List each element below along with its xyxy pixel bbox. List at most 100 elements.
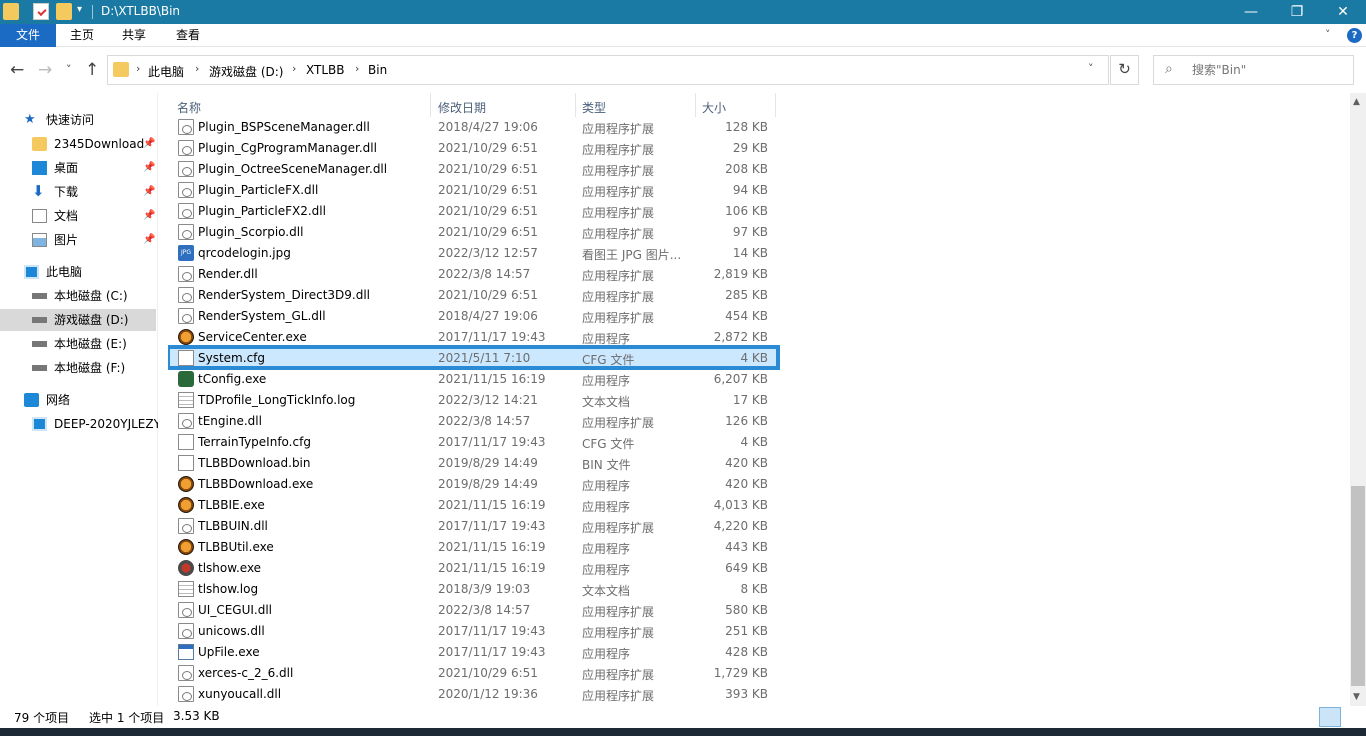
- pin-icon[interactable]: 📌: [143, 234, 155, 245]
- sidebar-item-desktop[interactable]: 桌面: [32, 157, 142, 179]
- file-row[interactable]: tlshow.exe 2021/11/15 16:19 应用程序 649 KB: [168, 557, 778, 578]
- file-row[interactable]: tEngine.dll 2022/3/8 14:57 应用程序扩展 126 KB: [168, 410, 778, 431]
- breadcrumb-xtlbb[interactable]: XTLBB: [306, 63, 345, 77]
- breadcrumb-chevron-icon[interactable]: ›: [136, 62, 140, 75]
- file-type: 应用程序扩展: [582, 164, 655, 178]
- file-row[interactable]: Plugin_ParticleFX2.dll 2021/10/29 6:51 应用程…: [168, 200, 778, 221]
- details-view-icon[interactable]: [1319, 707, 1341, 727]
- breadcrumb-drive-d[interactable]: 游戏磁盘 (D:): [209, 63, 283, 80]
- sidebar-item-pictures[interactable]: 图片: [32, 229, 142, 251]
- file-row[interactable]: TLBBDownload.exe 2019/8/29 14:49 应用程序 420 K…: [168, 473, 778, 494]
- sidebar-item-drive-d[interactable]: 游戏磁盘 (D:): [0, 309, 156, 331]
- file-row[interactable]: TLBBUtil.exe 2021/11/15 16:19 应用程序 443 KB: [168, 536, 778, 557]
- file-row[interactable]: tlshow.log 2018/3/9 19:03 文本文档 8 KB: [168, 578, 778, 599]
- breadcrumb-chevron-icon[interactable]: ›: [292, 62, 296, 75]
- file-row[interactable]: ServiceCenter.exe 2017/11/17 19:43 应用程序 2,8…: [168, 326, 778, 347]
- sidebar-item-drive-c[interactable]: 本地磁盘 (C:): [32, 285, 156, 307]
- file-row[interactable]: xunyoucall.dll 2020/1/12 19:36 应用程序扩展 393 K…: [168, 683, 778, 704]
- maximize-button[interactable]: ❐: [1274, 0, 1320, 24]
- file-type: 应用程序扩展: [582, 206, 655, 220]
- tab-file[interactable]: 文件: [0, 24, 56, 47]
- column-date[interactable]: 修改日期: [438, 99, 486, 116]
- dll-icon: [178, 161, 194, 177]
- file-row[interactable]: RenderSystem_GL.dll 2018/4/27 19:06 应用程序扩展…: [168, 305, 778, 326]
- sidebar-item-this-pc[interactable]: 此电脑: [24, 261, 154, 283]
- search-box[interactable]: ⌕: [1153, 55, 1354, 85]
- dll-icon: [178, 287, 194, 303]
- sidebar-item-drive-f[interactable]: 本地磁盘 (F:): [32, 357, 156, 379]
- file-row[interactable]: Plugin_ParticleFX.dll 2021/10/29 6:51 应用程序…: [168, 179, 778, 200]
- file-row[interactable]: Render.dll 2022/3/8 14:57 应用程序扩展 2,819 KB: [168, 263, 778, 284]
- file-size: 285 KB: [725, 288, 768, 302]
- scrollbar-thumb[interactable]: [1351, 486, 1365, 686]
- file-row[interactable]: TLBBDownload.bin 2019/8/29 14:49 BIN 文件 420…: [168, 452, 778, 473]
- file-row[interactable]: unicows.dll 2017/11/17 19:43 应用程序扩展 251 KB: [168, 620, 778, 641]
- column-divider[interactable]: [575, 93, 576, 117]
- tab-view[interactable]: 查看: [162, 24, 214, 47]
- forward-button[interactable]: →: [38, 60, 52, 80]
- sidebar-item-network[interactable]: 网络: [24, 389, 154, 411]
- file-row[interactable]: Plugin_CgProgramManager.dll 2021/10/29 6:…: [168, 137, 778, 158]
- file-row[interactable]: TLBBUIN.dll 2017/11/17 19:43 应用程序扩展 4,220 K…: [168, 515, 778, 536]
- tab-home[interactable]: 主页: [56, 24, 108, 47]
- vertical-scrollbar[interactable]: ▲ ▼: [1350, 93, 1366, 706]
- minimize-button[interactable]: —: [1228, 0, 1274, 24]
- breadcrumb-this-pc[interactable]: 此电脑: [148, 63, 184, 80]
- file-name: TDProfile_LongTickInfo.log: [198, 393, 356, 407]
- file-row[interactable]: UI_CEGUI.dll 2022/3/8 14:57 应用程序扩展 580 KB: [168, 599, 778, 620]
- file-row[interactable]: JPG qrcodelogin.jpg 2022/3/12 12:57 看图王 JPG…: [168, 242, 778, 263]
- pin-icon[interactable]: 📌: [143, 162, 155, 173]
- file-row[interactable]: Plugin_OctreeSceneManager.dll 2021/10/29 …: [168, 158, 778, 179]
- column-divider[interactable]: [430, 93, 431, 117]
- column-size[interactable]: 大小: [702, 99, 726, 116]
- scroll-down-arrow-icon[interactable]: ▼: [1353, 692, 1360, 702]
- file-row[interactable]: Plugin_Scorpio.dll 2021/10/29 6:51 应用程序扩展 9…: [168, 221, 778, 242]
- customize-toolbar-chevron-icon[interactable]: ▾: [77, 4, 82, 15]
- file-name: TLBBUIN.dll: [198, 519, 268, 533]
- file-size: 393 KB: [725, 687, 768, 701]
- breadcrumb-bin[interactable]: Bin: [368, 63, 387, 77]
- sidebar-item-documents[interactable]: 文档: [32, 205, 142, 227]
- up-button[interactable]: ↑: [85, 60, 99, 80]
- sidebar-item-downloads[interactable]: ⬇ 下载: [32, 181, 142, 203]
- pin-icon[interactable]: 📌: [143, 138, 155, 149]
- sidebar-item-network-computer[interactable]: DEEP-2020YJLEZY: [32, 413, 158, 435]
- breadcrumb-chevron-icon[interactable]: ›: [355, 62, 359, 75]
- file-row[interactable]: RenderSystem_Direct3D9.dll 2021/10/29 6:5…: [168, 284, 778, 305]
- search-input[interactable]: [1192, 63, 1342, 77]
- file-row[interactable]: UpFile.exe 2017/11/17 19:43 应用程序 428 KB: [168, 641, 778, 662]
- close-button[interactable]: ✕: [1320, 0, 1366, 24]
- file-row[interactable]: TerrainTypeInfo.cfg 2017/11/17 19:43 CFG 文…: [168, 431, 778, 452]
- file-row[interactable]: Plugin_BSPSceneManager.dll 2018/4/27 19:0…: [168, 116, 778, 137]
- column-name[interactable]: 名称: [177, 99, 201, 116]
- address-dropdown-icon[interactable]: ˅: [1088, 62, 1094, 75]
- column-type[interactable]: 类型: [582, 99, 606, 116]
- new-folder-icon[interactable]: [56, 3, 72, 20]
- large-icons-view-icon[interactable]: [1343, 707, 1365, 727]
- refresh-button[interactable]: ↻: [1110, 55, 1139, 85]
- address-bar[interactable]: › 此电脑 › 游戏磁盘 (D:) › XTLBB › Bin ˅: [107, 55, 1109, 85]
- column-divider[interactable]: [695, 93, 696, 117]
- recent-locations-button[interactable]: ˅: [66, 63, 72, 76]
- sidebar-item-2345download[interactable]: 2345Download: [32, 133, 156, 155]
- sidebar-item-drive-e[interactable]: 本地磁盘 (E:): [32, 333, 156, 355]
- column-divider[interactable]: [775, 93, 776, 117]
- pin-icon[interactable]: 📌: [143, 210, 155, 221]
- breadcrumb-chevron-icon[interactable]: ›: [195, 62, 199, 75]
- pin-icon[interactable]: 📌: [143, 186, 155, 197]
- back-button[interactable]: ←: [10, 60, 24, 80]
- help-button[interactable]: ?: [1347, 28, 1362, 43]
- sidebar-item-quick-access[interactable]: ★ 快速访问: [24, 109, 154, 131]
- tiger-icon: [178, 497, 194, 513]
- properties-icon[interactable]: [33, 3, 49, 20]
- file-size: 97 KB: [732, 225, 768, 239]
- scroll-up-arrow-icon[interactable]: ▲: [1353, 97, 1360, 107]
- file-row[interactable]: TLBBIE.exe 2021/11/15 16:19 应用程序 4,013 KB: [168, 494, 778, 515]
- file-row[interactable]: TDProfile_LongTickInfo.log 2022/3/12 14:2…: [168, 389, 778, 410]
- file-row[interactable]: System.cfg 2021/5/11 7:10 CFG 文件 4 KB: [168, 345, 780, 370]
- file-type: 应用程序扩展: [582, 416, 655, 430]
- file-row[interactable]: tConfig.exe 2021/11/15 16:19 应用程序 6,207 KB: [168, 368, 778, 389]
- tab-share[interactable]: 共享: [108, 24, 160, 47]
- file-row[interactable]: xerces-c_2_6.dll 2021/10/29 6:51 应用程序扩展 1,7…: [168, 662, 778, 683]
- expand-ribbon-chevron-icon[interactable]: ˅: [1325, 28, 1331, 41]
